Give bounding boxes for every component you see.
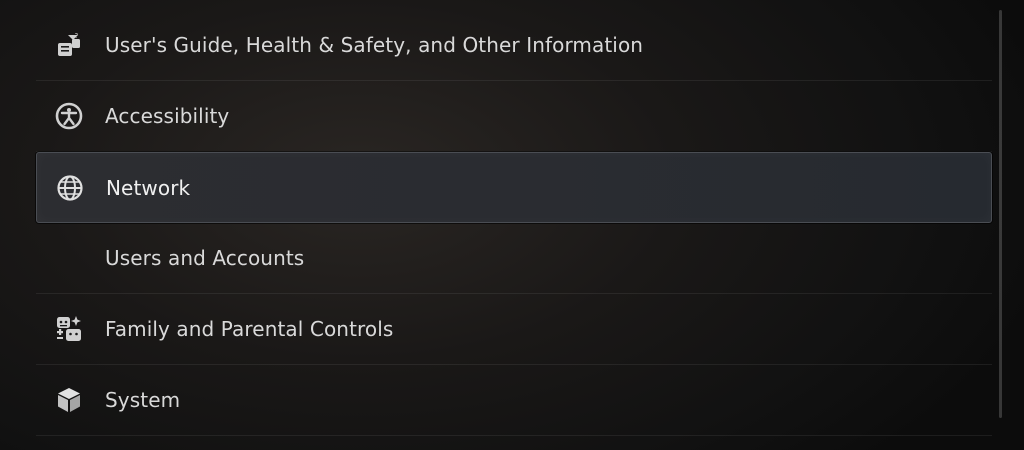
menu-item-network[interactable]: Network [36, 152, 992, 223]
menu-item-label: Network [106, 175, 191, 200]
settings-screen: ? User's Guide, Health & Safety, and Oth… [0, 0, 1024, 450]
menu-item-users-and-accounts[interactable]: Users and Accounts [36, 223, 992, 294]
menu-item-users-guide[interactable]: ? User's Guide, Health & Safety, and Oth… [36, 10, 992, 81]
menu-item-accessibility[interactable]: Accessibility [36, 81, 992, 152]
menu-item-family-parental-controls[interactable]: Family and Parental Controls [36, 294, 992, 365]
menu-item-label: Family and Parental Controls [105, 317, 394, 341]
users-guide-icon: ? [54, 30, 84, 60]
family-icon [54, 314, 84, 344]
menu-item-label: System [105, 388, 181, 412]
menu-item-label: Users and Accounts [105, 246, 305, 270]
menu-item-label: Accessibility [105, 104, 230, 128]
svg-text:?: ? [75, 32, 79, 40]
scrollbar[interactable] [999, 10, 1002, 418]
menu-item-label: User's Guide, Health & Safety, and Other… [105, 33, 644, 57]
accessibility-icon [54, 101, 84, 131]
globe-icon [55, 173, 85, 203]
settings-menu-list: ? User's Guide, Health & Safety, and Oth… [36, 10, 992, 436]
menu-item-system[interactable]: System [36, 365, 992, 436]
cube-icon [54, 385, 84, 415]
